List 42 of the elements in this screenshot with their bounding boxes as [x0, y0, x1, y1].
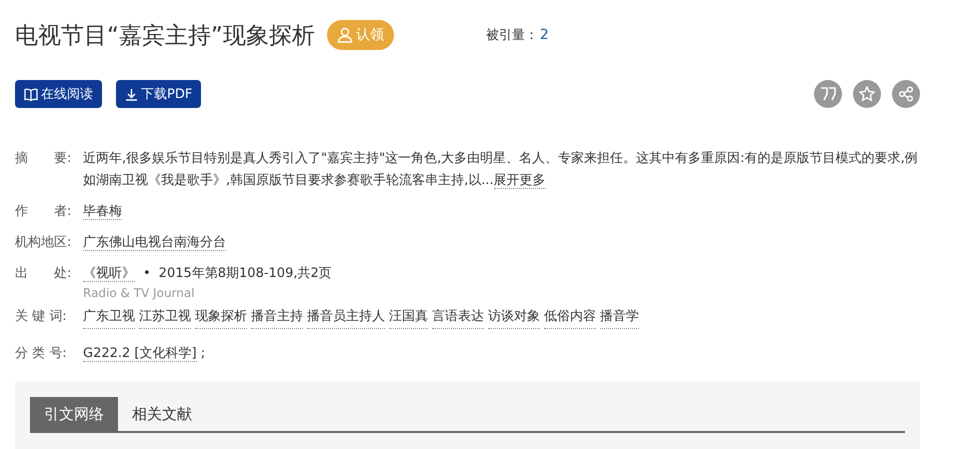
quote-button[interactable]	[814, 80, 842, 108]
field-label: 分 类 号:	[15, 345, 68, 364]
star-icon	[859, 86, 875, 102]
download-icon	[125, 88, 138, 101]
field-label: 作 者:	[15, 203, 72, 222]
field-label: 关 键 词:	[15, 308, 68, 326]
author-link[interactable]: 毕春梅	[83, 204, 122, 220]
classification-link[interactable]: G222.2 [文化科学]	[83, 346, 197, 362]
field-label: 摘 要:	[15, 150, 72, 168]
share-button[interactable]	[892, 80, 920, 108]
field-label: 机构地区:	[15, 234, 72, 252]
tab[interactable]: 引文网络	[30, 397, 118, 432]
quote-icon	[820, 87, 836, 102]
expand-link[interactable]: 展开更多	[494, 173, 546, 190]
field-label: 出 处:	[15, 265, 72, 284]
read-online-button[interactable]: 在线阅读	[15, 80, 102, 108]
citation-label: 被引量：	[486, 27, 538, 44]
keyword-link[interactable]: 播音员主持人	[307, 306, 385, 330]
keyword-link[interactable]: 低俗内容	[544, 306, 596, 330]
journal-english-name: Radio & TV Journal	[83, 285, 196, 302]
semicolon-text: ;	[200, 346, 206, 362]
keyword-link[interactable]: 现象探析	[195, 306, 247, 330]
keyword-link[interactable]: 访谈对象	[488, 306, 540, 330]
keyword-link[interactable]: 广东卫视	[83, 306, 135, 330]
institution-link[interactable]: 广东佛山电视台南海分台	[83, 235, 226, 252]
issue-text: 2015年第8期108-109,共2页	[158, 266, 332, 282]
article-title: 电视节目“嘉宾主持”现象探析	[15, 22, 315, 51]
keyword-link[interactable]: 汪国真	[389, 306, 428, 330]
download-button[interactable]: 下载PDF	[116, 80, 202, 108]
keyword-link[interactable]: 言语表达	[432, 306, 484, 330]
book-icon	[24, 88, 38, 101]
journal-link[interactable]: 《视听》	[83, 266, 135, 282]
keyword-link[interactable]: 播音主持	[251, 306, 303, 330]
citation-count[interactable]: 2	[540, 27, 549, 44]
star-button[interactable]	[853, 80, 881, 108]
share-icon	[898, 86, 914, 102]
tab[interactable]: 相关文献	[118, 397, 206, 432]
keyword-link[interactable]: 播音学	[600, 306, 639, 330]
abstract-text: 近两年,很多娱乐节目特别是真人秀引入了"嘉宾主持"这一角色,大多由明星、名人、专家来担任。这其中有多重原因:有的是原版节目模式的要求,例如湖南卫视《我是歌手》,韩国原版节目要求参赛歌手轮流客串主持,以...展开更多	[83, 150, 919, 192]
keyword-link[interactable]: 江苏卫视	[139, 306, 191, 330]
separator-dot: •	[143, 266, 151, 282]
person-icon	[336, 27, 353, 44]
